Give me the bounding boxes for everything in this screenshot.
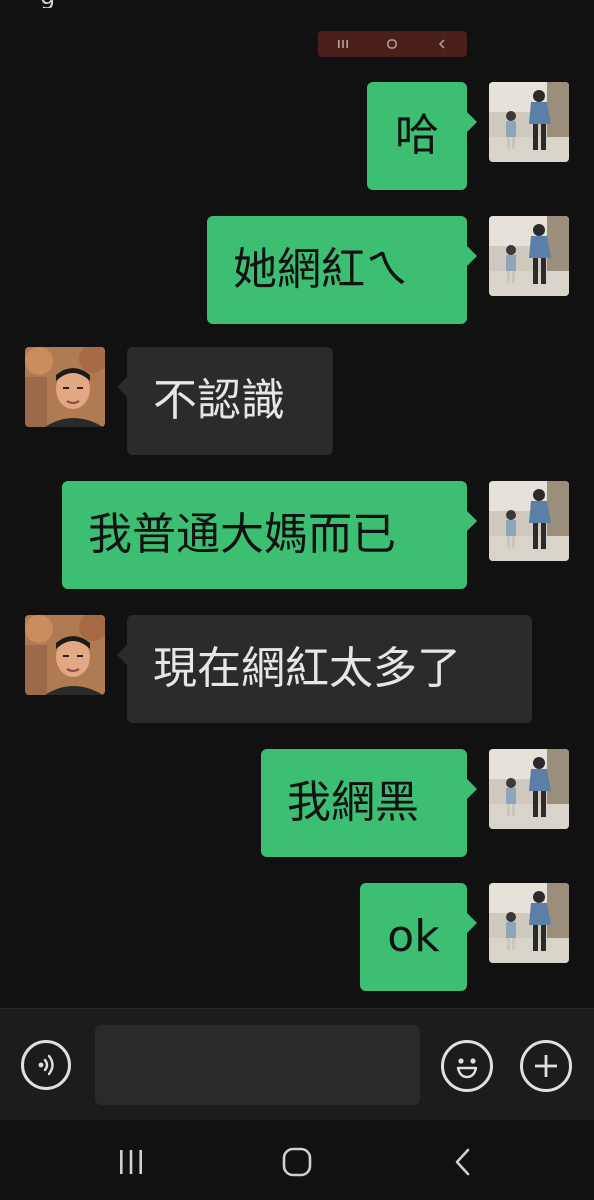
my-message-bubble[interactable]: 我網黑 [261,749,477,857]
back-icon [439,39,445,49]
my-message-bubble[interactable]: 她網紅ㄟ [207,216,477,324]
contact-avatar-photo [25,615,105,695]
message-row: 她網紅ㄟ [207,216,569,324]
message-row: 我普通大媽而已 [62,481,569,589]
my-avatar-photo [489,481,569,561]
message-list[interactable]: 哈 她網紅ㄟ 不認識 我普通大媽而已 現在網紅太多了 我網黑 ok [0,0,594,1008]
message-input-bar [0,1008,594,1121]
recent-apps-mini-button[interactable] [328,34,358,54]
my-avatar[interactable] [489,216,569,296]
home-icon [387,39,398,49]
contact-avatar[interactable] [25,615,105,695]
message-row: ok [360,883,569,991]
emoji-icon [456,1058,478,1079]
my-avatar-photo [489,82,569,162]
emoji-button[interactable] [441,1040,493,1092]
my-message-bubble[interactable]: 哈 [367,82,477,190]
contact-avatar[interactable] [25,347,105,427]
back-mini-button[interactable] [427,34,457,54]
message-row: 現在網紅太多了 [25,615,532,723]
message-text: 不認識 [153,375,285,426]
contact-avatar-photo [25,347,105,427]
plus-icon [535,1055,557,1077]
message-input[interactable] [95,1025,420,1105]
message-text: 哈 [395,110,439,161]
home-icon [282,1147,312,1177]
recent-apps-icon [337,40,348,48]
chat-screen: g 哈 [0,0,594,1200]
back-icon [455,1148,470,1176]
voice-button[interactable] [21,1040,71,1090]
my-avatar[interactable] [489,481,569,561]
contact-message-bubble[interactable]: 不認識 [117,347,333,455]
message-row: 我網黑 [261,749,569,857]
my-avatar[interactable] [489,82,569,162]
my-avatar[interactable] [489,749,569,829]
my-avatar-photo [489,749,569,829]
add-button[interactable] [520,1040,572,1092]
message-row: 不認識 [25,347,333,455]
my-avatar-photo [489,883,569,963]
my-message-bubble[interactable]: 我普通大媽而已 [62,481,477,589]
message-text: 我網黑 [287,777,419,828]
home-mini-button[interactable] [377,34,407,54]
home-button[interactable] [272,1140,322,1184]
recent-apps-icon [120,1150,142,1174]
voice-icon [38,1054,54,1076]
floating-nav-pill[interactable] [318,31,467,57]
contact-message-bubble[interactable]: 現在網紅太多了 [117,615,532,723]
back-button[interactable] [438,1140,488,1184]
message-text: 我普通大媽而已 [88,509,396,560]
message-text: 現在網紅太多了 [153,643,461,694]
message-text: ok [387,911,440,962]
system-nav-bar [0,1120,594,1200]
my-message-bubble[interactable]: ok [360,883,477,991]
my-avatar[interactable] [489,883,569,963]
message-row: 哈 [367,82,569,190]
message-text: 她網紅ㄟ [233,244,409,295]
recent-apps-button[interactable] [106,1140,156,1184]
my-avatar-photo [489,216,569,296]
